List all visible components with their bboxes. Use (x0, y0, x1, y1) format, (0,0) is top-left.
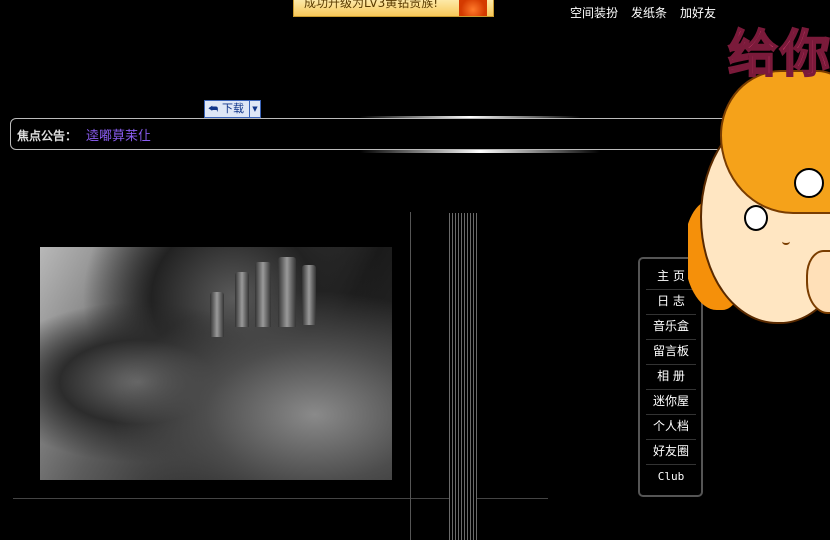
vertical-divider (410, 212, 411, 540)
notice-text[interactable]: 逵嘟萛苿仩 (86, 125, 151, 144)
notice-label: 焦点公告： (17, 129, 78, 143)
promo-banner[interactable]: 成功升级为LV3黄钻贵族! (293, 0, 494, 17)
send-note-link[interactable]: 发纸条 (631, 4, 667, 21)
download-label: 下载 (222, 102, 244, 115)
nav-item-profile[interactable]: 个人档 (646, 414, 696, 440)
cartoon-decoration: 给你 (688, 0, 830, 330)
notice-bar: 焦点公告： 逵嘟萛苿仩 (10, 118, 750, 150)
gift-icon (459, 0, 487, 16)
cartoon-text: 给你 (727, 24, 830, 84)
download-button[interactable]: ⮪ 下载 ▼ (204, 100, 261, 118)
nav-item-guestbook[interactable]: 留言板 (646, 339, 696, 365)
cartoon-eye (794, 168, 824, 198)
chevron-down-icon[interactable]: ▼ (249, 101, 260, 117)
decorate-space-link[interactable]: 空间装扮 (570, 4, 618, 21)
nav-item-club[interactable]: Club (646, 464, 696, 489)
nav-item-album[interactable]: 相 册 (646, 364, 696, 390)
nav-item-friends[interactable]: 好友圈 (646, 439, 696, 465)
stripe-decoration (449, 213, 477, 540)
promo-banner-text: 成功升级为LV3黄钻贵族! (304, 0, 439, 10)
download-arrow-icon: ⮪ (208, 102, 219, 115)
nav-item-mini-house[interactable]: 迷你屋 (646, 389, 696, 415)
cartoon-eye (744, 205, 768, 231)
profile-photo (40, 247, 392, 480)
glow-divider-bottom (360, 150, 600, 153)
cartoon-mouth (782, 238, 790, 245)
